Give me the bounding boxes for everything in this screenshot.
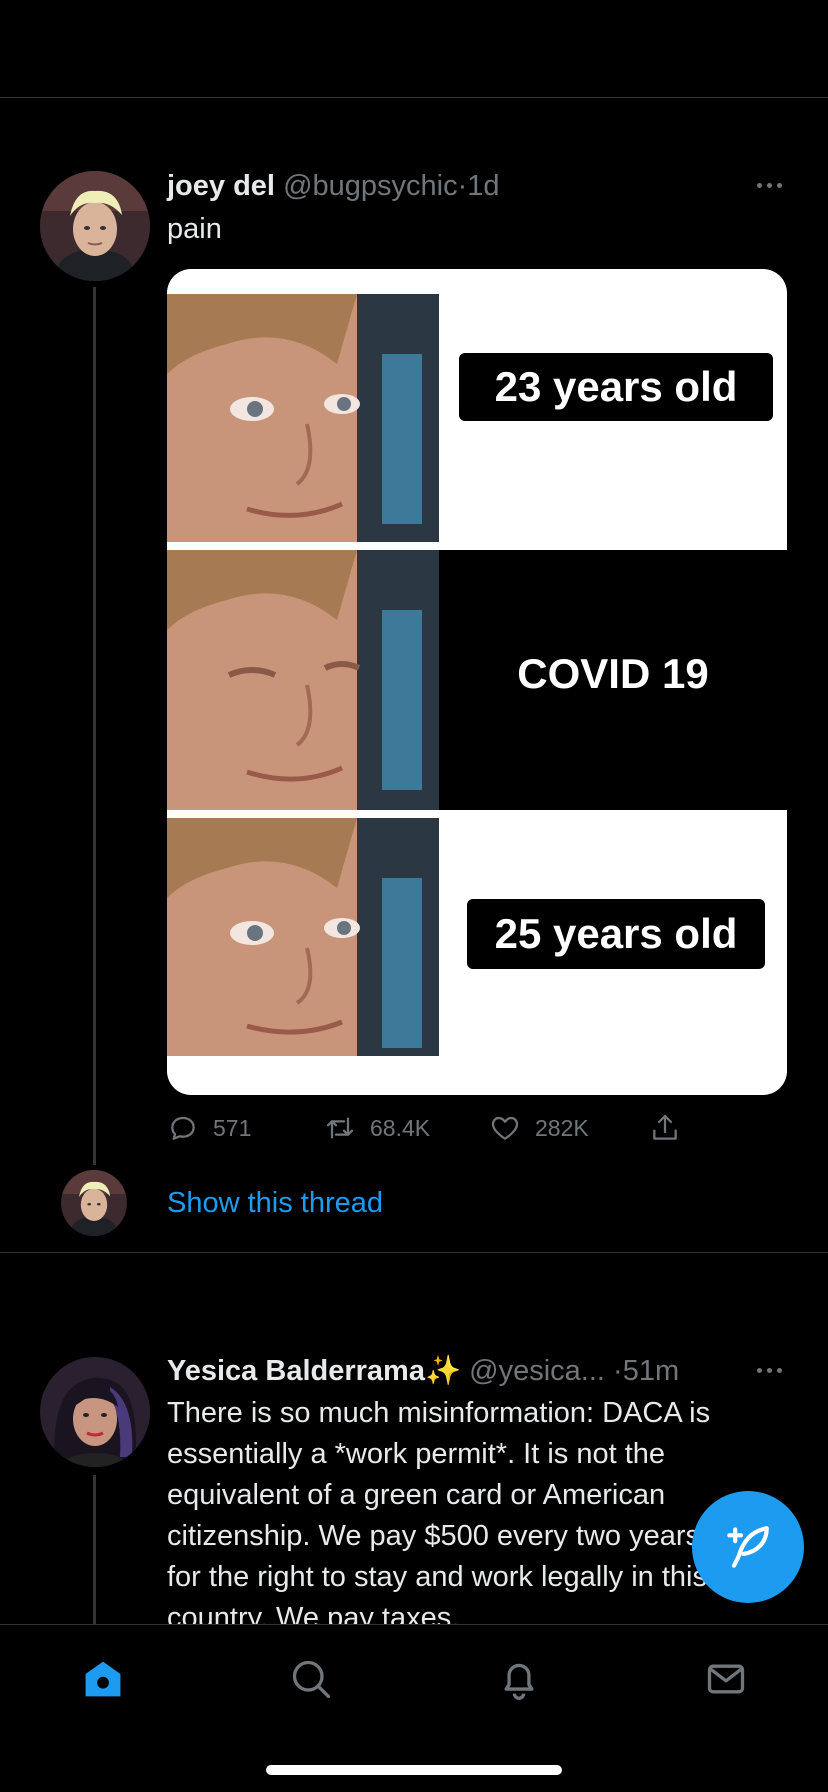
- meme-panel-2: COVID 19: [167, 550, 787, 810]
- tweet-line: essentially a *work permit*. It is not t…: [167, 1438, 666, 1470]
- retweet-button[interactable]: 68.4K: [324, 1112, 430, 1144]
- more-options-icon[interactable]: [757, 183, 782, 188]
- avatar[interactable]: [40, 1357, 150, 1467]
- meme-label-2: COVID 19: [517, 650, 709, 697]
- tweet-text: pain: [167, 213, 222, 245]
- face-image: [167, 818, 439, 1056]
- separator: ·: [457, 170, 468, 202]
- tab-messages[interactable]: [702, 1655, 750, 1703]
- tab-search[interactable]: [287, 1655, 335, 1703]
- thread-line: [93, 1475, 96, 1625]
- author-name[interactable]: Yesica Balderrama: [167, 1355, 425, 1387]
- tweet-actions: 571 68.4K 282K: [167, 1112, 727, 1152]
- share-icon: [653, 1114, 677, 1140]
- timestamp[interactable]: 1d: [467, 170, 499, 202]
- meme-label-3: 25 years old: [467, 899, 765, 969]
- reply-icon: [171, 1116, 195, 1140]
- meme-panel-3: 25 years old: [167, 818, 787, 1056]
- top-divider: [0, 97, 828, 98]
- share-button[interactable]: [649, 1112, 681, 1144]
- retweet-count: 68.4K: [370, 1114, 431, 1141]
- like-button[interactable]: 282K: [489, 1112, 589, 1144]
- tab-notifications[interactable]: [495, 1655, 543, 1703]
- tweet1-header: joey del @bugpsychic·1d: [167, 166, 500, 206]
- avatar[interactable]: [40, 171, 150, 281]
- sparkles-icon: ✨: [424, 1355, 462, 1387]
- meme-panel-1: 23 years old: [167, 294, 787, 542]
- thread-line: [93, 287, 96, 1165]
- compose-tweet-button[interactable]: [692, 1491, 804, 1603]
- meme-label-1: 23 years old: [459, 353, 773, 421]
- mail-icon: [707, 1664, 745, 1694]
- compose-feather-icon: [727, 1526, 769, 1568]
- timestamp[interactable]: 51m: [623, 1355, 679, 1387]
- search-icon: [292, 1660, 331, 1699]
- tweet-media[interactable]: 23 years old COVID 19 25 years old: [167, 269, 787, 1095]
- bell-icon: [504, 1663, 534, 1700]
- tweet-divider: [0, 1252, 828, 1253]
- retweet-icon: [326, 1117, 354, 1139]
- heart-icon: [491, 1116, 519, 1140]
- tweet2-header: Yesica Balderrama✨ @yesica... ·51m: [167, 1351, 679, 1391]
- tweet-line: There is so much misinformation: DACA is: [167, 1397, 711, 1429]
- face-image: [167, 294, 439, 542]
- author-handle[interactable]: @yesica...: [469, 1355, 605, 1387]
- more-options-icon[interactable]: [757, 1368, 782, 1373]
- separator: ·: [613, 1355, 623, 1387]
- reply-count: 571: [213, 1114, 252, 1141]
- home-indicator: [266, 1765, 562, 1775]
- show-thread-link[interactable]: Show this thread: [167, 1183, 383, 1223]
- face-image: [167, 550, 439, 810]
- home-icon: [85, 1661, 121, 1697]
- author-handle[interactable]: @bugpsychic: [283, 170, 458, 202]
- thread-avatar[interactable]: [61, 1170, 127, 1236]
- author-name[interactable]: joey del: [167, 170, 275, 202]
- like-count: 282K: [535, 1114, 589, 1141]
- tab-home[interactable]: [79, 1655, 127, 1703]
- tweet-line: country. We pay taxes.: [167, 1602, 460, 1624]
- reply-button[interactable]: 571: [167, 1112, 251, 1144]
